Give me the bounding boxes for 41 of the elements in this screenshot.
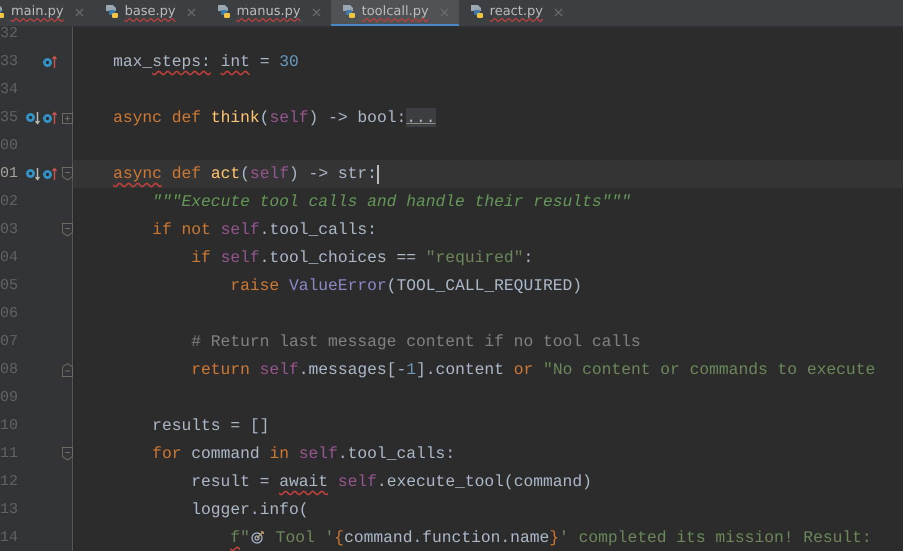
python-file-icon — [468, 4, 485, 20]
implemented-down-icon[interactable] — [25, 167, 41, 181]
python-file-icon — [340, 4, 357, 20]
tab-label: base.py — [124, 3, 176, 22]
code-line: result = await self.execute_tool(command) — [190, 470, 592, 493]
code-line: logger.info( — [190, 498, 308, 521]
line-number: 01 — [0, 164, 20, 184]
implemented-down-icon[interactable] — [25, 111, 41, 125]
python-file-icon — [216, 4, 232, 20]
close-icon[interactable] — [186, 8, 196, 16]
override-up-icon[interactable] — [42, 167, 58, 181]
close-icon[interactable] — [74, 8, 84, 16]
override-up-icon[interactable] — [42, 55, 58, 69]
code-line: f" Tool '{command.function.name}' completed its mission! Result: — [229, 526, 872, 549]
fold-collapse-icon[interactable] — [62, 167, 73, 181]
fold-end-icon[interactable] — [62, 363, 73, 377]
tab-label: main.py — [11, 3, 64, 22]
code-line: async def act(self) -> str: — [112, 162, 377, 185]
editor-tab[interactable]: toolcall.py — [330, 0, 459, 26]
override-up-icon[interactable] — [42, 111, 58, 125]
code-line: return self.messages[-1].content or "No content or commands to execute — [190, 358, 876, 381]
code-line: """Execute tool calls and handle their results""" — [151, 190, 631, 213]
code-line: async def think(self) -> bool:... — [112, 106, 436, 129]
code-line: if not self.tool_calls: — [151, 218, 377, 241]
code-line: results = [] — [151, 414, 270, 437]
code-line: max_steps: int = 30 — [112, 50, 299, 73]
tab-label: manus.py — [236, 3, 301, 22]
tab-label: react.py — [490, 3, 543, 22]
code-line: if self.tool_choices == "required": — [190, 246, 534, 269]
fold-expand-icon[interactable] — [62, 112, 73, 124]
target-icon — [250, 530, 265, 544]
fold-collapse-icon[interactable] — [62, 223, 73, 237]
python-file-icon — [104, 4, 120, 20]
close-icon[interactable] — [312, 8, 321, 16]
fold-collapse-icon[interactable] — [62, 447, 73, 461]
code-line: for command in self.tool_calls: — [151, 442, 456, 465]
code-line: # Return last message content if no tool calls — [190, 330, 641, 353]
tab-label: toolcall.py — [362, 3, 429, 22]
close-icon[interactable] — [554, 8, 563, 16]
code-line: raise ValueError(TOOL_CALL_REQUIRED) — [229, 274, 582, 297]
close-icon[interactable] — [440, 8, 449, 16]
